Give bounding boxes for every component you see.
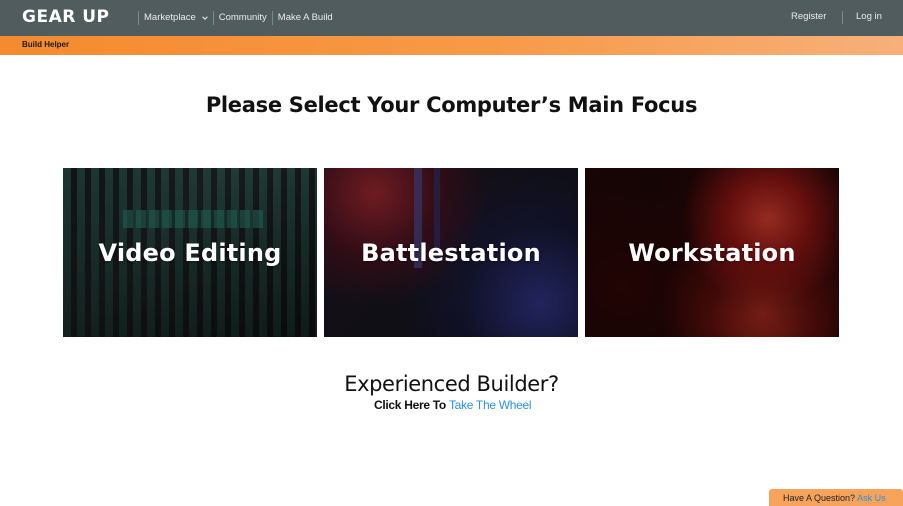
register-link[interactable]: Register: [791, 11, 826, 22]
help-question: Have A Question?: [783, 493, 856, 503]
build-helper-label[interactable]: Build Helper: [22, 40, 69, 49]
help-tab[interactable]: Have A Question? Ask Us: [769, 489, 903, 506]
nav-make-a-build-label: Make A Build: [277, 12, 333, 23]
main-nav: Marketplace Community Make A Build: [138, 0, 338, 36]
take-the-wheel-link[interactable]: Take The Wheel: [449, 398, 532, 412]
sub-navbar: Build Helper: [0, 36, 903, 55]
take-the-wheel-prefix: Click Here To: [374, 398, 446, 412]
nav-divider: [842, 11, 843, 24]
page-title: Please Select Your Computer’s Main Focus: [205, 93, 698, 117]
card-label: Video Editing: [98, 238, 282, 267]
nav-make-a-build[interactable]: Make A Build: [271, 11, 338, 25]
card-battlestation[interactable]: Battlestation: [324, 168, 578, 337]
nav-community-label: Community: [218, 12, 267, 23]
nav-community[interactable]: Community: [212, 11, 272, 25]
chevron-down-icon: [201, 16, 208, 20]
nav-marketplace[interactable]: Marketplace: [138, 11, 213, 25]
take-the-wheel-line: Click Here To Take The Wheel: [374, 398, 532, 412]
card-workstation[interactable]: Workstation: [585, 168, 839, 337]
ask-us-link[interactable]: Ask Us: [857, 493, 886, 503]
login-link[interactable]: Log in: [856, 11, 882, 22]
card-video-editing[interactable]: Video Editing: [63, 168, 317, 337]
card-label: Workstation: [628, 238, 796, 267]
site-logo[interactable]: GEAR UP: [22, 7, 110, 27]
card-label: Battlestation: [361, 238, 541, 267]
nav-marketplace-label: Marketplace: [144, 12, 196, 23]
top-navbar: GEAR UP Marketplace Community Make A Bui…: [0, 0, 903, 36]
experienced-builder-heading: Experienced Builder?: [344, 372, 559, 396]
